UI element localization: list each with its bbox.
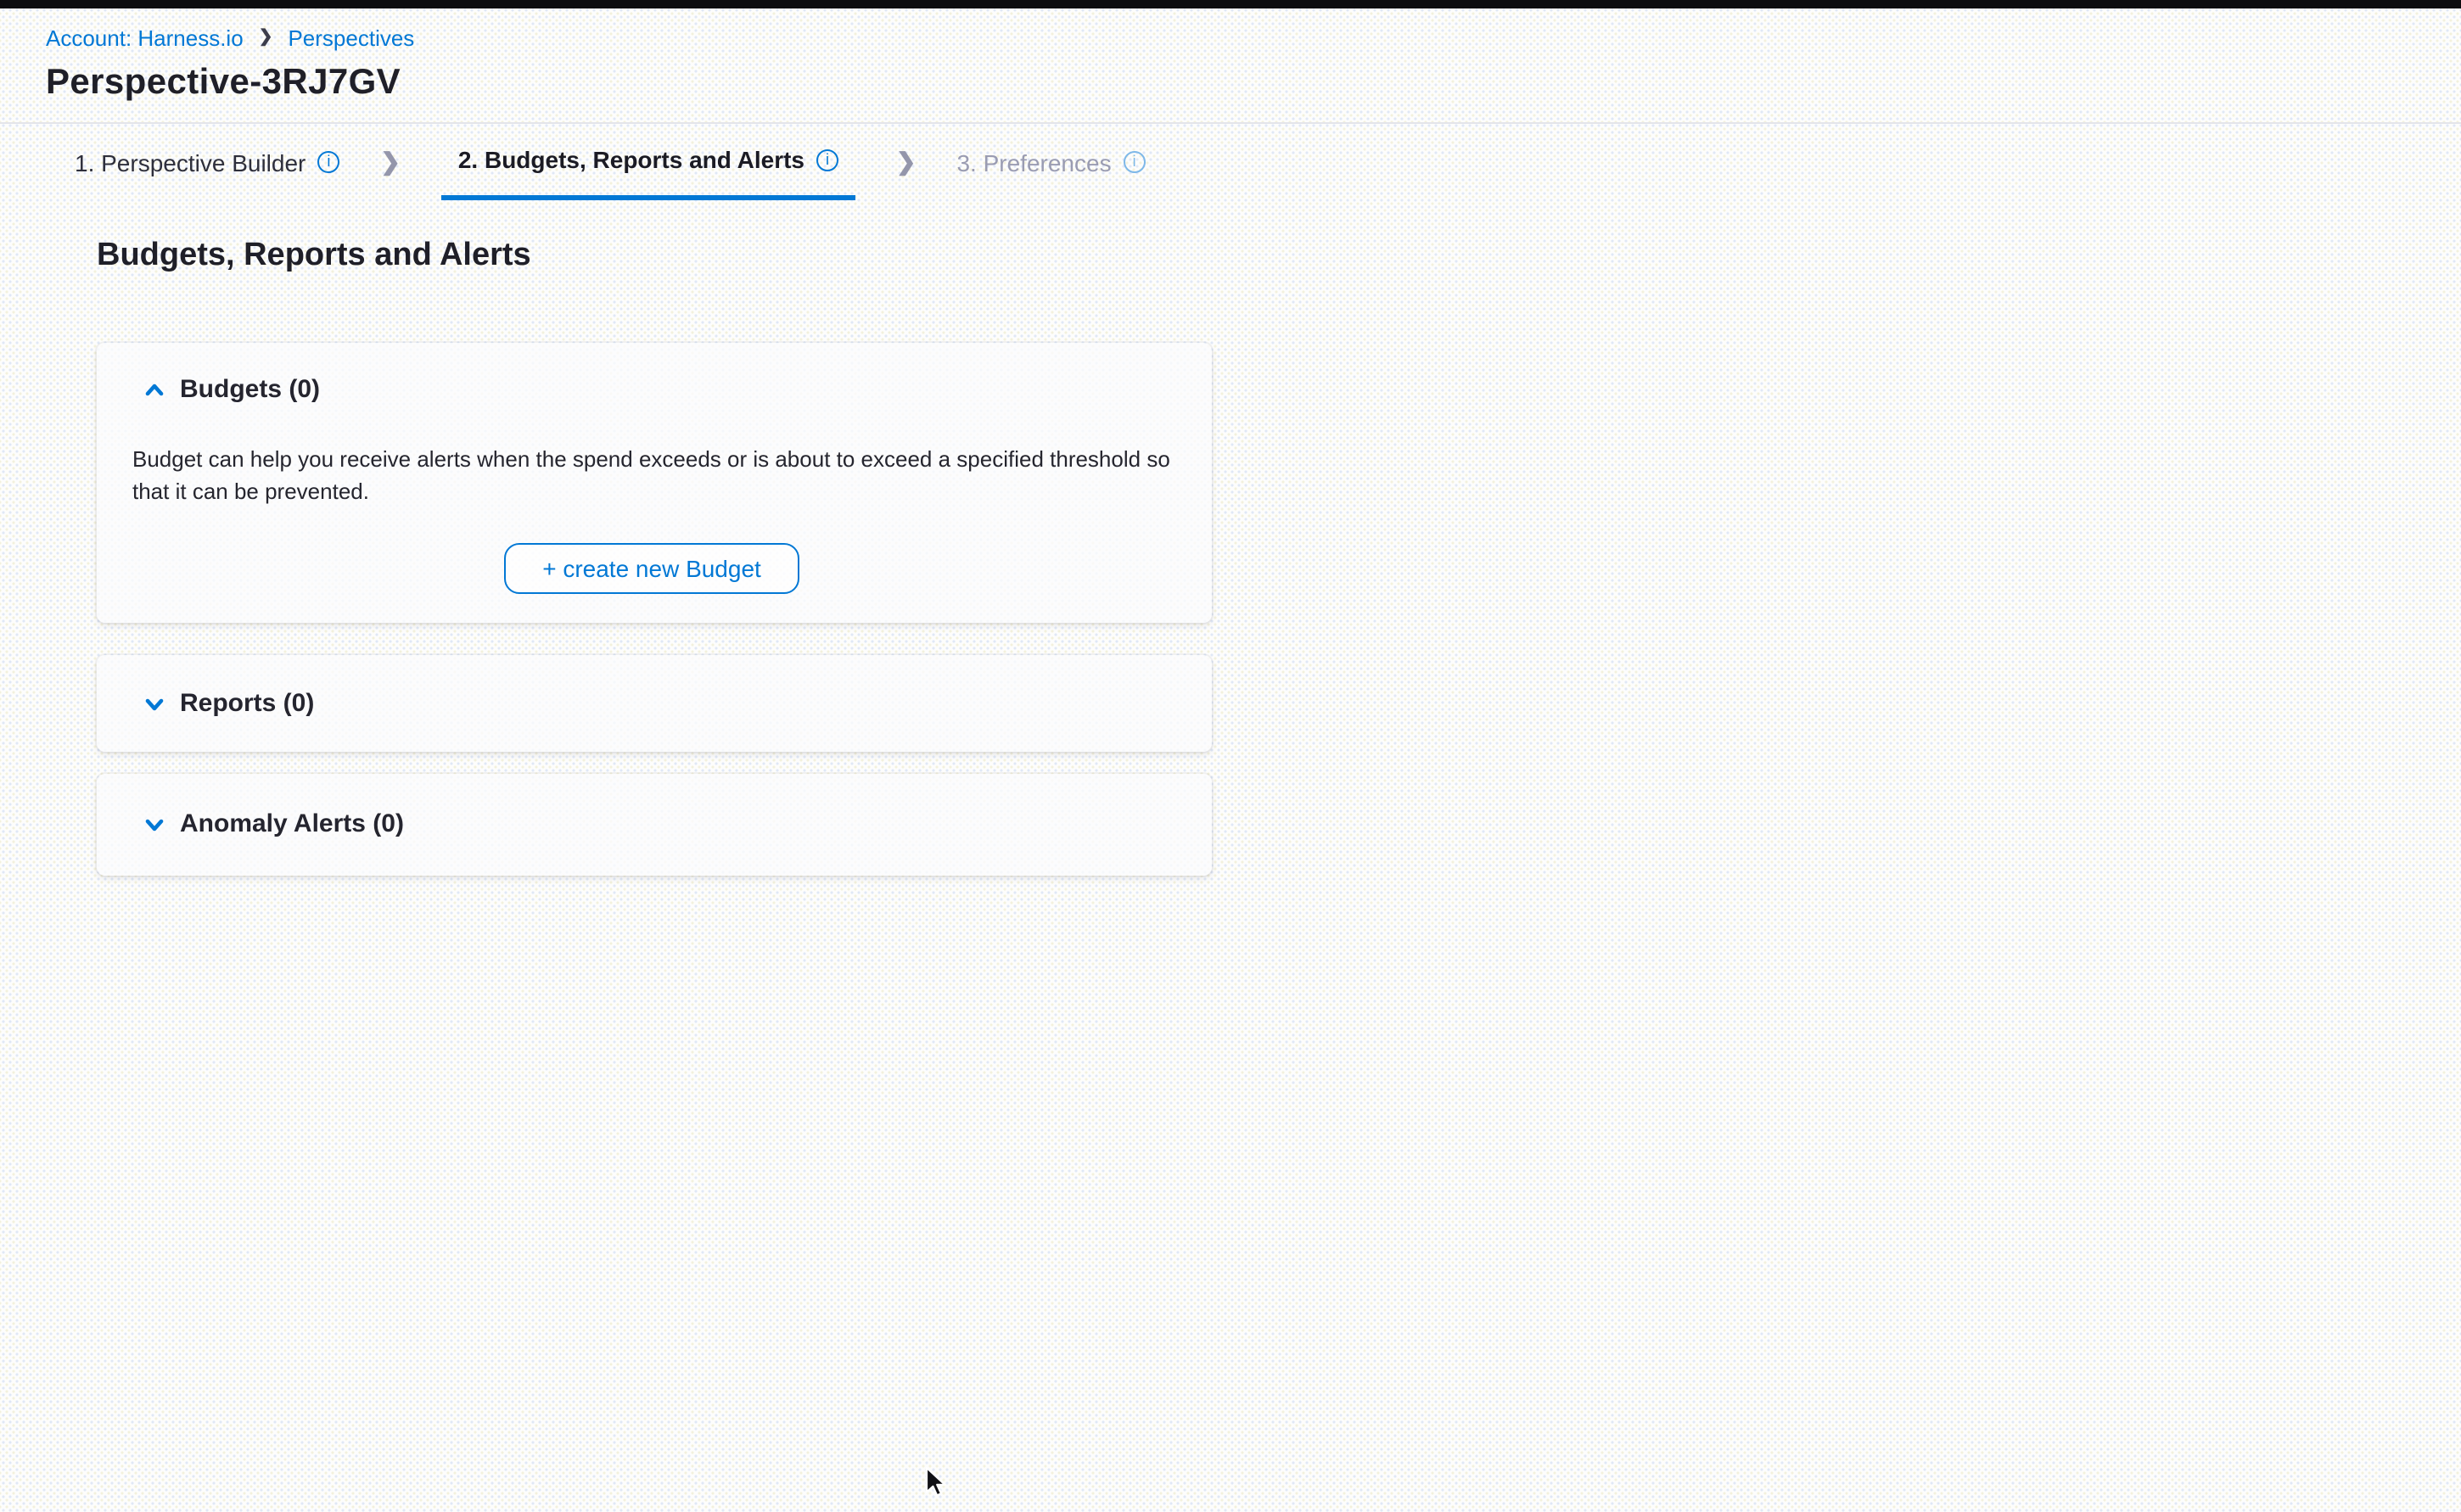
- reports-card-title: Reports (0): [180, 690, 314, 717]
- page-header: Account: Harness.io ❯ Perspectives Persp…: [0, 8, 2461, 124]
- reports-card[interactable]: Reports (0): [97, 655, 1212, 752]
- info-icon[interactable]: i: [816, 148, 838, 171]
- tab-preferences[interactable]: 3. Preferences i: [956, 124, 1145, 200]
- section-heading: Budgets, Reports and Alerts: [97, 238, 2461, 275]
- budgets-card-title: Budgets (0): [180, 377, 320, 404]
- anomaly-alerts-card[interactable]: Anomaly Alerts (0): [97, 774, 1212, 876]
- breadcrumb: Account: Harness.io ❯ Perspectives: [46, 25, 2461, 53]
- tab-label: 1. Perspective Builder: [75, 148, 306, 176]
- breadcrumb-link-perspectives[interactable]: Perspectives: [288, 25, 414, 53]
- budgets-card: Budgets (0) Budget can help you receive …: [97, 343, 1212, 623]
- breadcrumb-link-account[interactable]: Account: Harness.io: [46, 25, 244, 53]
- page-title: Perspective-3RJ7GV: [46, 63, 2461, 104]
- chevron-right-icon: ❯: [896, 124, 916, 200]
- main-content: Budgets, Reports and Alerts Budgets (0) …: [0, 200, 2461, 876]
- wizard-step-tabs: 1. Perspective Builder i ❯ 2. Budgets, R…: [0, 124, 2461, 200]
- info-icon[interactable]: i: [317, 151, 339, 173]
- budgets-description: Budget can help you receive alerts when …: [132, 443, 1171, 507]
- chevron-right-icon: ❯: [380, 124, 400, 200]
- accordion-list: Budgets (0) Budget can help you receive …: [97, 343, 1212, 876]
- chevron-up-icon: [144, 380, 165, 400]
- window-top-strip: [0, 0, 2461, 8]
- chevron-right-icon: ❯: [259, 25, 273, 52]
- chevron-down-icon: [144, 693, 165, 714]
- budgets-accordion-toggle[interactable]: Budgets (0): [144, 377, 1171, 404]
- info-icon[interactable]: i: [1124, 151, 1146, 173]
- perspective-setup-page: Account: Harness.io ❯ Perspectives Persp…: [0, 0, 2461, 1512]
- tab-label: 3. Preferences: [956, 148, 1111, 176]
- mouse-cursor-icon: [925, 1466, 947, 1498]
- chevron-down-icon: [144, 815, 165, 835]
- create-new-budget-button[interactable]: + create new Budget: [503, 543, 800, 594]
- tab-label: 2. Budgets, Reports and Alerts: [458, 146, 804, 173]
- tab-perspective-builder[interactable]: 1. Perspective Builder i: [75, 124, 339, 200]
- tab-budgets-reports-alerts[interactable]: 2. Budgets, Reports and Alerts i: [441, 124, 855, 200]
- anomaly-alerts-card-title: Anomaly Alerts (0): [180, 811, 404, 838]
